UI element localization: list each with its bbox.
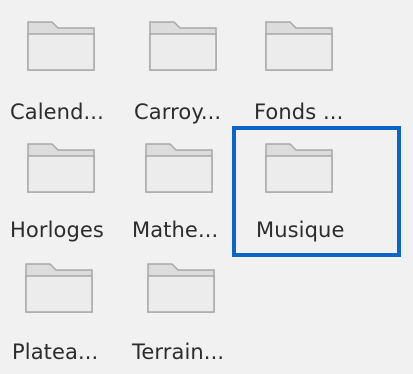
folder-icon xyxy=(149,21,217,71)
folder-icon xyxy=(147,263,215,313)
folder-icon xyxy=(265,21,333,71)
folder-item-mathematiques[interactable]: Mathe... xyxy=(120,118,238,242)
folder-item-fonds[interactable]: Fonds ... xyxy=(240,0,358,124)
folder-item-carroyages[interactable]: Carroy... xyxy=(120,0,238,124)
folder-item-plateaux[interactable]: Platea... xyxy=(0,240,118,364)
folder-icon xyxy=(27,21,95,71)
folder-item-terrains[interactable]: Terrain... xyxy=(120,240,238,364)
folder-icon xyxy=(27,143,95,193)
selection-highlight xyxy=(232,126,401,257)
folder-icon xyxy=(25,263,93,313)
folder-item-horloges[interactable]: Horloges xyxy=(0,118,118,242)
folder-item-calendriers[interactable]: Calend... xyxy=(0,0,118,124)
folder-icon xyxy=(145,143,213,193)
file-icon-view: Calend... Carroy... Fonds ... Horloges M… xyxy=(0,0,413,374)
folder-label: Terrain... xyxy=(132,340,225,364)
